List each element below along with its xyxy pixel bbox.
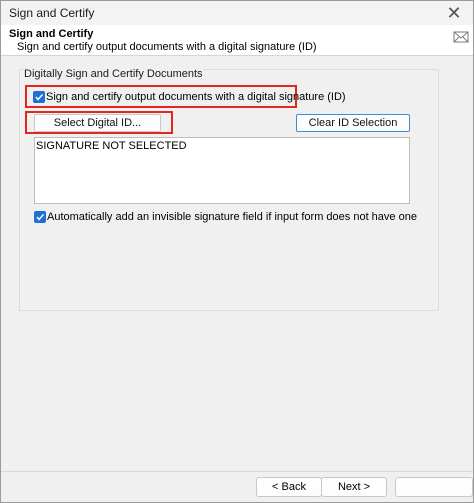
header-title: Sign and Certify <box>9 28 94 40</box>
envelope-icon <box>453 31 469 43</box>
auto-add-signature-checkbox[interactable] <box>34 211 46 223</box>
footer-divider <box>1 471 473 472</box>
signature-status-text: SIGNATURE NOT SELECTED <box>36 140 187 152</box>
back-button[interactable]: < Back <box>256 477 322 497</box>
select-digital-id-button[interactable]: Select Digital ID... <box>34 114 161 132</box>
clear-id-selection-button[interactable]: Clear ID Selection <box>296 114 410 132</box>
sign-certify-checkbox[interactable] <box>33 91 45 103</box>
next-button[interactable]: Next > <box>321 477 387 497</box>
title-bar: Sign and Certify ✕ <box>1 1 473 25</box>
footer-button-partial[interactable] <box>395 477 473 497</box>
group-label: Digitally Sign and Certify Documents <box>24 68 203 80</box>
signature-display: SIGNATURE NOT SELECTED <box>34 137 410 204</box>
close-icon[interactable]: ✕ <box>443 2 465 24</box>
sign-certify-label: Sign and certify output documents with a… <box>46 91 346 103</box>
wizard-header: Sign and Certify Sign and certify output… <box>1 25 473 56</box>
auto-add-signature-label: Automatically add an invisible signature… <box>47 211 417 223</box>
header-subtitle: Sign and certify output documents with a… <box>17 41 317 53</box>
sign-and-certify-dialog: Sign and Certify ✕ Sign and Certify Sign… <box>0 0 474 503</box>
window-title: Sign and Certify <box>9 6 95 20</box>
